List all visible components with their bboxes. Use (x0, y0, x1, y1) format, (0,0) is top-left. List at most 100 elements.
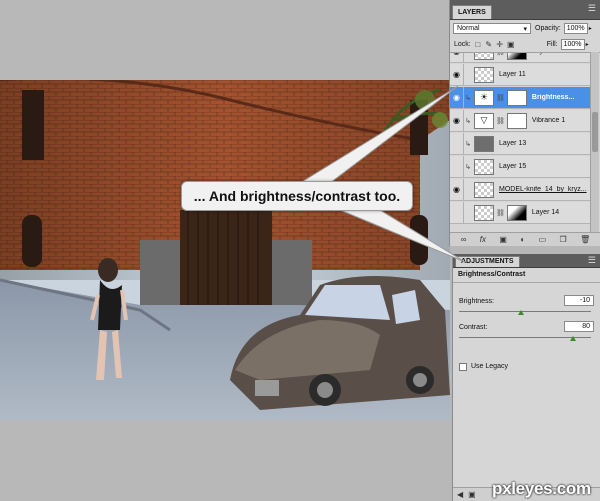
layer-name[interactable]: MODEL-knife_14_by_kryz... (499, 186, 587, 193)
divider (453, 282, 600, 283)
adjustment-icon[interactable]: ◐ (520, 235, 525, 244)
blend-mode-value: Normal (457, 25, 480, 32)
fill-field[interactable]: 100% (560, 39, 585, 50)
fill-label: Fill: (546, 41, 558, 48)
fill-value: 100% (563, 41, 582, 48)
visibility-eye-icon[interactable] (450, 201, 464, 224)
callout-bubble: ... And brightness/contrast too. (181, 181, 413, 211)
fill-arrow-icon[interactable]: ▸ (586, 41, 589, 48)
photo-composite[interactable] (0, 80, 450, 420)
visibility-eye-icon[interactable]: ◉ (450, 63, 464, 86)
layer-row[interactable]: ⛓ Layer 14 (450, 201, 590, 224)
callout-text: ... And brightness/contrast too. (193, 188, 401, 204)
brightness-slider-track[interactable] (459, 311, 591, 312)
blend-mode-select[interactable]: Normal ▾ (453, 23, 531, 34)
chevron-down-icon: ▾ (523, 25, 527, 33)
layer-mask-thumbnail[interactable] (506, 204, 527, 221)
layer-name[interactable]: Layer 12 (532, 53, 559, 55)
lock-all-icon[interactable]: ▣ (507, 40, 515, 49)
visibility-eye-icon[interactable]: ◉ (450, 178, 464, 201)
opacity-label: Opacity: (535, 25, 561, 32)
brightness-adjust-icon[interactable]: ☀ (474, 89, 494, 106)
vibrance-adjust-icon[interactable]: ▽ (474, 112, 494, 129)
layer-name[interactable]: Brightness... (532, 94, 574, 101)
mask-link-icon[interactable]: ⛓ (496, 94, 505, 102)
visibility-eye-icon[interactable]: ◉ (450, 53, 464, 63)
layer-name[interactable]: Layer 14 (532, 209, 559, 216)
layer-row[interactable]: ↳ Layer 15 (450, 155, 590, 178)
opacity-arrow-icon[interactable]: ▸ (589, 25, 592, 32)
use-legacy-checkbox[interactable] (459, 363, 467, 371)
layer-row[interactable]: ◉ ⛓ Layer 12 (450, 53, 590, 63)
layer-name[interactable]: Layer 11 (499, 71, 526, 78)
use-legacy-label: Use Legacy (471, 363, 508, 370)
tab-layers[interactable]: LAYERS (452, 5, 492, 19)
street-scene-image (0, 80, 450, 420)
tab-adjustments[interactable]: ADJUSTMENTS (455, 256, 520, 267)
clipping-arrow-icon: ↳ (465, 94, 471, 102)
layer-mask-thumbnail[interactable] (506, 89, 527, 106)
lock-label: Lock: (454, 41, 471, 48)
layer-mask-thumbnail[interactable] (506, 112, 527, 129)
visibility-eye-icon[interactable] (450, 155, 464, 178)
layer-row[interactable]: ◉ MODEL-knife_14_by_kryz... (450, 178, 590, 201)
contrast-label: Contrast: (459, 324, 488, 331)
layers-footer: ∞ fx ▣ ◐ ▭ ❐ 🗑 (450, 232, 600, 246)
layer-thumbnail[interactable] (474, 204, 494, 221)
lock-row: Lock: □ ✎ ✛ ▣ Fill: 100% ▸ (450, 39, 600, 50)
lock-transparency-icon[interactable]: □ (474, 40, 482, 49)
visibility-eye-icon[interactable]: ◉ (450, 109, 464, 132)
layer-thumbnail[interactable] (474, 53, 494, 60)
layer-name[interactable]: Vibrance 1 (532, 117, 565, 124)
back-arrow-icon[interactable]: ◀ (457, 490, 463, 499)
clipping-arrow-icon: ↳ (465, 140, 471, 148)
lock-pixels-icon[interactable]: ✎ (485, 40, 493, 49)
fx-icon[interactable]: fx (480, 235, 486, 244)
adjustment-title: Brightness/Contrast (458, 271, 526, 278)
trash-icon[interactable]: 🗑 (580, 235, 590, 244)
layer-name[interactable]: Layer 13 (499, 140, 526, 147)
document-canvas[interactable] (0, 0, 450, 501)
clipping-arrow-icon: ↳ (465, 117, 471, 125)
brightness-label: Brightness: (459, 298, 495, 305)
new-layer-icon[interactable]: ❐ (560, 235, 567, 244)
layer-mask-thumbnail[interactable] (506, 53, 527, 60)
adjustments-tabbar: ADJUSTMENTS ☰ (453, 254, 600, 268)
mask-icon[interactable]: ▣ (499, 235, 507, 244)
adjustments-menu-icon[interactable]: ☰ (588, 256, 596, 265)
scrollbar-thumb[interactable] (592, 112, 598, 152)
layers-tabbar: LAYERS ☰ (450, 0, 600, 20)
layer-row[interactable]: ◉ ↳ ☀ ⛓ Brightness... (450, 86, 590, 109)
clipping-arrow-icon: ↳ (465, 163, 471, 171)
layer-thumbnail[interactable] (474, 135, 494, 152)
adjustments-panel: ADJUSTMENTS ☰ Brightness/Contrast Bright… (452, 254, 600, 501)
mask-link-icon[interactable]: ⛓ (496, 53, 505, 56)
visibility-eye-icon[interactable]: ◉ (450, 86, 464, 109)
brightness-slider-knob[interactable] (517, 310, 524, 315)
folder-icon[interactable]: ▭ (539, 235, 547, 244)
link-icon[interactable]: ∞ (461, 235, 467, 244)
opacity-value: 100% (566, 25, 585, 32)
layers-panel: LAYERS ☰ Normal ▾ Opacity: 100% ▸ Lock: … (449, 0, 600, 246)
opacity-field[interactable]: 100% (563, 23, 588, 34)
layer-row[interactable]: ◉ ↳ ▽ ⛓ Vibrance 1 (450, 109, 590, 132)
layer-thumbnail[interactable] (474, 158, 494, 175)
contrast-slider-knob[interactable] (570, 336, 577, 341)
lock-position-icon[interactable]: ✛ (496, 40, 504, 49)
panel-menu-icon[interactable]: ☰ (588, 4, 596, 13)
layers-scrollbar[interactable] (590, 52, 599, 232)
brightness-field[interactable]: -10 (564, 295, 594, 306)
layer-row[interactable]: ◉ Layer 11 (450, 63, 590, 86)
layer-list: ◉⛓Layer 12◉Layer 11◉↳☀⛓Brightness...◉↳▽⛓… (450, 52, 600, 232)
visibility-eye-icon[interactable] (450, 132, 464, 155)
contrast-field[interactable]: 80 (564, 321, 594, 332)
layer-name[interactable]: Layer 15 (499, 163, 526, 170)
blend-row: Normal ▾ Opacity: 100% ▸ (450, 23, 600, 34)
layer-thumbnail[interactable] (474, 66, 494, 83)
expand-view-icon[interactable]: ▣ (468, 490, 476, 499)
mask-link-icon[interactable]: ⛓ (496, 117, 505, 125)
layer-row[interactable]: ↳ Layer 13 (450, 132, 590, 155)
layer-thumbnail[interactable] (474, 181, 494, 198)
watermark-logo: pxleyes.com (492, 479, 591, 498)
mask-link-icon[interactable]: ⛓ (496, 209, 505, 217)
